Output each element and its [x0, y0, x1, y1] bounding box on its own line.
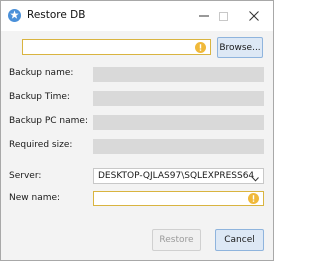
backup-pc-name-label: Backup PC name:: [9, 116, 88, 126]
backup-name-field: [93, 67, 264, 82]
close-button[interactable]: [237, 1, 271, 31]
maximize-button[interactable]: [206, 1, 240, 31]
restore-button[interactable]: Restore: [152, 229, 201, 251]
backup-time-field: [93, 91, 264, 106]
maximize-icon: [218, 11, 228, 21]
new-name-input[interactable]: [93, 191, 264, 206]
database-restore-icon: [7, 8, 22, 23]
backup-file-path-input[interactable]: [22, 39, 211, 55]
server-label: Server:: [9, 171, 42, 181]
backup-pc-name-field: [93, 115, 264, 130]
title-bar[interactable]: Restore DB: [1, 1, 273, 31]
cancel-button[interactable]: Cancel: [215, 229, 264, 251]
browse-button[interactable]: Browse...: [217, 37, 263, 58]
server-selected-value: DESKTOP-QJLAS97\SQLEXPRESS64: [98, 171, 255, 181]
backup-name-label: Backup name:: [9, 68, 74, 78]
required-size-label: Required size:: [9, 140, 73, 150]
warning-icon: [195, 42, 206, 53]
warning-icon: [248, 193, 259, 204]
server-select[interactable]: DESKTOP-QJLAS97\SQLEXPRESS64: [93, 168, 264, 184]
chevron-down-icon: [252, 173, 259, 183]
window-title: Restore DB: [27, 9, 86, 21]
new-name-label: New name:: [9, 193, 61, 203]
backup-time-label: Backup Time:: [9, 92, 70, 102]
restore-db-dialog: Restore DB Browse... Backup name: Backup…: [0, 0, 274, 261]
close-icon: [249, 11, 259, 21]
required-size-field: [93, 139, 264, 154]
